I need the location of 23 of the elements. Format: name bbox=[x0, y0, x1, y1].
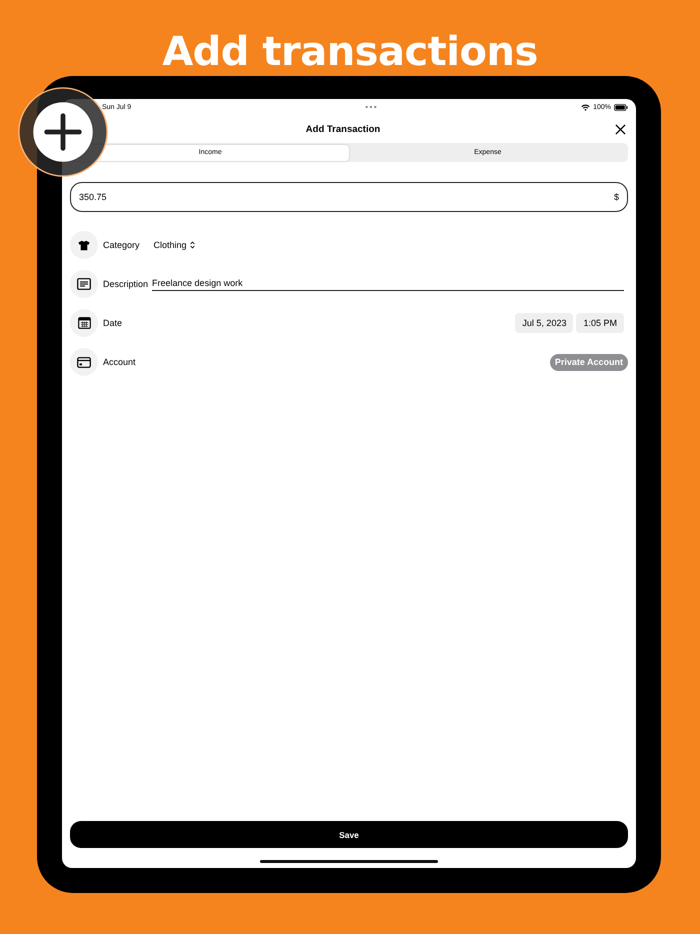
headline: Add transactions bbox=[161, 28, 539, 76]
currency-symbol: $ bbox=[614, 192, 619, 202]
field-label: Account bbox=[103, 357, 136, 367]
field-label: Date bbox=[103, 318, 122, 328]
shirt-icon bbox=[70, 231, 98, 259]
document-icon bbox=[70, 270, 98, 298]
time-picker[interactable]: 1:05 PM bbox=[576, 313, 624, 333]
amount-value: 350.75 bbox=[79, 192, 107, 202]
chevron-up-down-icon bbox=[190, 241, 195, 249]
field-label: Description bbox=[103, 279, 148, 289]
amount-field[interactable]: 350.75 $ bbox=[70, 182, 628, 212]
date-picker[interactable]: Jul 5, 2023 bbox=[515, 313, 574, 333]
battery-icon bbox=[614, 104, 628, 110]
wifi-icon bbox=[581, 104, 590, 110]
more-dots-icon bbox=[365, 105, 378, 109]
sheet-title: Add Transaction bbox=[306, 124, 380, 134]
save-button[interactable]: Save bbox=[70, 821, 628, 848]
category-picker[interactable]: Clothing bbox=[154, 240, 195, 250]
field-label: Category bbox=[103, 240, 140, 250]
calendar-icon bbox=[70, 309, 98, 337]
description-field[interactable]: Freelance design work bbox=[152, 278, 624, 290]
credit-card-icon bbox=[70, 348, 98, 376]
close-button[interactable] bbox=[613, 122, 628, 137]
